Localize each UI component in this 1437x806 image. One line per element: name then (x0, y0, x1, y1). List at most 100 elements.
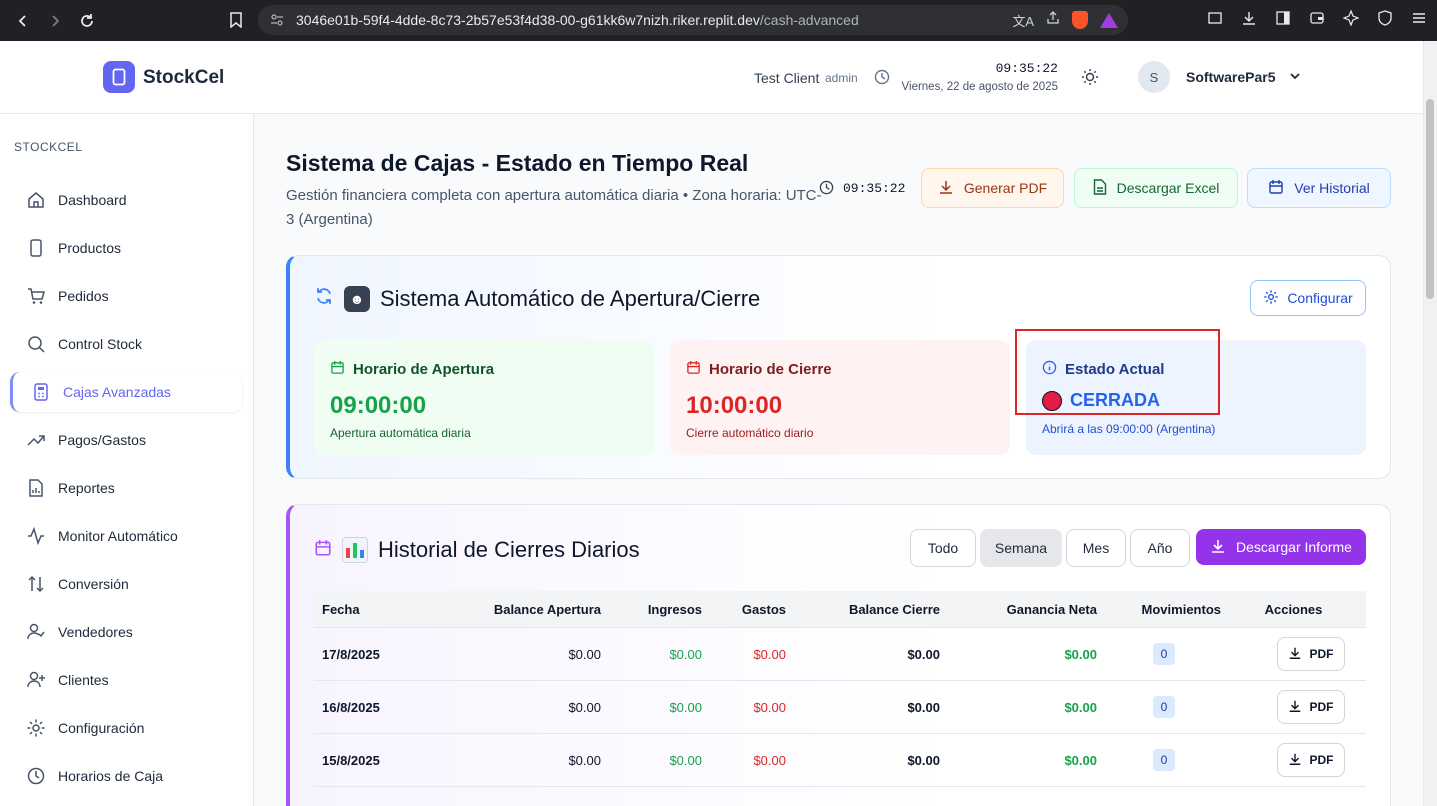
sidebar-item-horarios[interactable]: Horarios de Caja (14, 756, 242, 796)
header-date: Viernes, 22 de agosto de 2025 (901, 81, 1058, 93)
cell-gastos: $0.00 (753, 752, 786, 768)
movements-badge: 0 (1153, 696, 1175, 718)
arrows-updown-icon (26, 574, 46, 594)
sidebar-item-label: Pagos/Gastos (58, 432, 146, 448)
state-note: Abrirá a las 09:00:00 (Argentina) (1042, 422, 1216, 436)
wallet-icon[interactable] (1307, 8, 1327, 28)
view-history-button[interactable]: Ver Historial (1247, 168, 1391, 208)
configure-button[interactable]: Configurar (1250, 280, 1366, 316)
sidebar-item-dashboard[interactable]: Dashboard (14, 180, 242, 220)
calendar-icon (686, 360, 701, 379)
main-content: Sistema de Cajas - Estado en Tiempo Real… (254, 114, 1423, 806)
clock-icon (26, 766, 46, 786)
movements-badge: 0 (1153, 643, 1175, 665)
logo-icon[interactable] (103, 61, 135, 93)
site-info-icon[interactable] (270, 13, 284, 27)
cell-balance-apertura: $0.00 (568, 752, 601, 768)
sidebar-item-label: Pedidos (58, 288, 109, 304)
sidebar-item-cajas-avanzadas[interactable]: Cajas Avanzadas (10, 372, 242, 412)
calendar-icon (330, 360, 345, 379)
reader-mode-icon[interactable] (1205, 8, 1225, 28)
forward-icon[interactable] (42, 8, 68, 34)
filter-semana[interactable]: Semana (980, 529, 1062, 567)
brave-shield-icon[interactable] (1072, 11, 1088, 29)
sidebar-item-vendedores[interactable]: Vendedores (14, 612, 242, 652)
sidebar-item-label: Configuración (58, 720, 145, 736)
sidebar-item-reportes[interactable]: Reportes (14, 468, 242, 508)
brave-rewards-icon[interactable] (1100, 12, 1118, 28)
home-icon (26, 190, 46, 210)
sidebar-item-conversion[interactable]: Conversión (14, 564, 242, 604)
calculator-icon (31, 382, 51, 402)
cell-ganancia-neta: $0.00 (1064, 699, 1097, 715)
brand-name[interactable]: StockCel (143, 67, 224, 89)
cell-ingresos: $0.00 (669, 752, 702, 768)
col-ganancia-neta: Ganancia Neta (1006, 601, 1097, 617)
reload-icon[interactable] (74, 8, 100, 34)
translate-icon[interactable]: 文A (1012, 11, 1034, 30)
header-time: 09:35:22 (995, 61, 1058, 76)
address-bar[interactable]: 3046e01b-59f4-4dde-8c73-2b57e53f4d38-00-… (258, 5, 1128, 35)
opening-note: Apertura automática diaria (330, 426, 471, 440)
back-icon[interactable] (10, 8, 36, 34)
download-excel-button[interactable]: Descargar Excel (1074, 168, 1238, 208)
cell-ingresos: $0.00 (669, 699, 702, 715)
leo-ai-icon[interactable] (1341, 8, 1361, 28)
avatar[interactable]: S (1138, 61, 1170, 93)
report-icon (26, 478, 46, 498)
user-check-icon (26, 622, 46, 642)
filter-ano[interactable]: Año (1130, 529, 1190, 567)
sidebar-item-pedidos[interactable]: Pedidos (14, 276, 242, 316)
browser-toolbar: 3046e01b-59f4-4dde-8c73-2b57e53f4d38-00-… (0, 0, 1437, 41)
row-pdf-button[interactable]: PDF (1276, 637, 1345, 671)
cell-fecha: 16/8/2025 (322, 699, 380, 715)
scrollbar[interactable] (1423, 41, 1437, 806)
sidebar-toggle-icon[interactable] (1273, 8, 1293, 28)
robot-icon: ☻ (344, 286, 370, 312)
col-acciones: Acciones (1264, 601, 1323, 617)
row-pdf-button[interactable]: PDF (1276, 743, 1345, 777)
cell-fecha: 17/8/2025 (322, 646, 380, 662)
username[interactable]: SoftwarePar5 (1186, 69, 1275, 85)
download-report-button[interactable]: Descargar Informe (1196, 529, 1366, 565)
cell-ingresos: $0.00 (669, 646, 702, 662)
app-header: StockCel Test Client admin 09:35:22 Vier… (0, 41, 1423, 114)
cell-balance-cierre: $0.00 (907, 646, 940, 662)
sidebar-item-label: Horarios de Caja (58, 768, 164, 784)
history-table: Fecha Balance Apertura Ingresos Gastos B… (314, 591, 1366, 787)
generate-pdf-button[interactable]: Generar PDF (921, 168, 1064, 208)
cell-ganancia-neta: $0.00 (1064, 752, 1097, 768)
scrollbar-thumb[interactable] (1426, 99, 1434, 299)
filter-mes[interactable]: Mes (1066, 529, 1126, 567)
configure-label: Configurar (1287, 290, 1353, 306)
share-icon[interactable] (1046, 10, 1060, 30)
highlight-box (1015, 329, 1220, 415)
filter-todo[interactable]: Todo (910, 529, 976, 567)
sidebar-item-control-stock[interactable]: Control Stock (14, 324, 242, 364)
download-icon[interactable] (1239, 8, 1259, 28)
page-time: 09:35:22 (843, 181, 906, 196)
theme-toggle-icon[interactable] (1081, 68, 1099, 91)
gear-icon (1263, 289, 1279, 308)
sidebar-item-label: Productos (58, 240, 122, 256)
cell-gastos: $0.00 (753, 646, 786, 662)
download-icon (1288, 752, 1302, 769)
sidebar-item-clientes[interactable]: Clientes (14, 660, 242, 700)
sidebar-item-label: Cajas Avanzadas (63, 384, 171, 400)
user-plus-icon (26, 670, 46, 690)
sidebar-item-label: Conversión (58, 576, 129, 592)
sidebar-item-configuracion[interactable]: Configuración (14, 708, 242, 748)
menu-icon[interactable] (1409, 8, 1429, 28)
chevron-down-icon[interactable] (1288, 69, 1302, 88)
sidebar-item-pagos-gastos[interactable]: Pagos/Gastos (14, 420, 242, 460)
activity-icon (26, 526, 46, 546)
auto-system-title-text: Sistema Automático de Apertura/Cierre (380, 286, 761, 311)
sidebar-item-productos[interactable]: Productos (14, 228, 242, 268)
bookmark-icon[interactable] (224, 8, 248, 32)
url-text[interactable]: 3046e01b-59f4-4dde-8c73-2b57e53f4d38-00-… (296, 12, 859, 28)
vpn-shield-icon[interactable] (1375, 8, 1395, 28)
row-pdf-button[interactable]: PDF (1276, 690, 1345, 724)
table-row: 16/8/2025 $0.00 $0.00 $0.00 $0.00 $0.00 … (314, 681, 1366, 734)
sidebar: STOCKCEL Dashboard Productos Pedidos Con… (0, 114, 254, 806)
sidebar-item-monitor[interactable]: Monitor Automático (14, 516, 242, 556)
